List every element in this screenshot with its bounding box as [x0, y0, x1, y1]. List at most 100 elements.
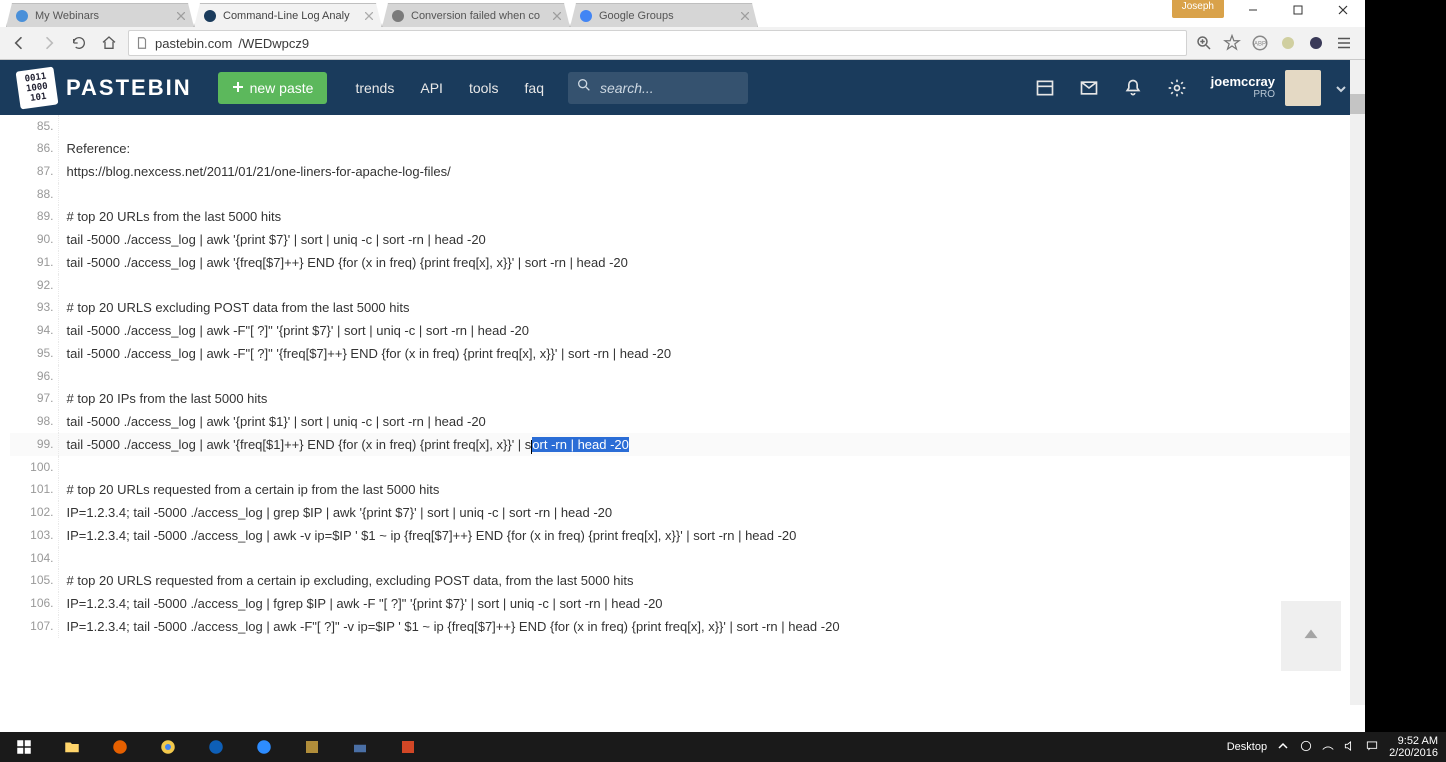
line-content[interactable]: # top 20 URLS excluding POST data from t… — [58, 296, 1355, 319]
line-content[interactable]: # top 20 URLs from the last 5000 hits — [58, 205, 1355, 228]
tray-icon-1[interactable] — [1299, 739, 1313, 756]
zoom-icon[interactable] — [1195, 34, 1213, 52]
show-hidden-tray-icon[interactable] — [1277, 740, 1289, 755]
browser-tab[interactable]: My Webinars — [6, 3, 194, 27]
taskbar-chrome[interactable] — [144, 732, 192, 762]
scroll-to-top-button[interactable] — [1281, 601, 1341, 671]
line-content[interactable]: tail -5000 ./access_log | awk '{print $1… — [58, 410, 1355, 433]
line-content[interactable]: tail -5000 ./access_log | awk '{print $7… — [58, 228, 1355, 251]
line-content[interactable]: IP=1.2.3.4; tail -5000 ./access_log | gr… — [58, 501, 1355, 524]
browser-profile-badge[interactable]: Joseph — [1172, 0, 1224, 18]
code-line: 89.# top 20 URLs from the last 5000 hits — [10, 205, 1355, 228]
line-content[interactable]: https://blog.nexcess.net/2011/01/21/one-… — [58, 160, 1355, 183]
line-content[interactable] — [58, 547, 1355, 569]
line-content[interactable]: tail -5000 ./access_log | awk -F"[ ?]" '… — [58, 319, 1355, 342]
alerts-icon[interactable] — [1123, 78, 1143, 98]
line-content[interactable] — [58, 456, 1355, 478]
line-content[interactable]: IP=1.2.3.4; tail -5000 ./access_log | aw… — [58, 615, 1355, 638]
page-scrollbar[interactable] — [1350, 60, 1365, 705]
tab-title: Command-Line Log Analy — [223, 10, 361, 22]
extension-icon-1[interactable] — [1279, 34, 1297, 52]
extension-icon-2[interactable] — [1307, 34, 1325, 52]
taskbar-teamviewer[interactable] — [192, 732, 240, 762]
nav-faq[interactable]: faq — [525, 80, 544, 96]
new-paste-button[interactable]: new paste — [218, 72, 328, 104]
taskbar-powerpoint[interactable] — [384, 732, 432, 762]
code-line: 107.IP=1.2.3.4; tail -5000 ./access_log … — [10, 615, 1355, 638]
paste-content[interactable]: 85.86.Reference:87.https://blog.nexcess.… — [0, 115, 1365, 705]
tab-close-icon[interactable] — [177, 12, 185, 20]
line-content[interactable]: tail -5000 ./access_log | awk -F"[ ?]" '… — [58, 342, 1355, 365]
line-content[interactable] — [58, 274, 1355, 296]
search-icon — [576, 77, 592, 98]
user-menu[interactable]: joemccray PRO — [1211, 70, 1347, 106]
line-content[interactable]: tail -5000 ./access_log | awk '{freq[$7]… — [58, 251, 1355, 274]
taskbar-app-1[interactable] — [288, 732, 336, 762]
start-button[interactable] — [0, 732, 48, 762]
pastebin-logo-icon[interactable]: 0011 1000 101 — [16, 66, 59, 109]
line-content[interactable]: # top 20 URLS requested from a certain i… — [58, 569, 1355, 592]
address-bar[interactable]: pastebin.com/WEDwpcz9 — [128, 30, 1187, 56]
window-titlebar: My Webinars Command-Line Log Analy Convers… — [0, 0, 1365, 27]
url-domain: pastebin.com — [155, 36, 232, 51]
line-content[interactable]: tail -5000 ./access_log | awk '{freq[$1]… — [58, 433, 1355, 456]
browser-tab[interactable]: Command-Line Log Analy — [194, 3, 382, 27]
line-number: 99. — [10, 433, 58, 456]
code-line: 85. — [10, 115, 1355, 137]
taskbar-file-explorer[interactable] — [48, 732, 96, 762]
settings-gear-icon[interactable] — [1167, 78, 1187, 98]
nav-tools[interactable]: tools — [469, 80, 499, 96]
pastebin-search[interactable] — [568, 72, 748, 104]
back-button[interactable] — [8, 32, 30, 54]
line-number: 92. — [10, 274, 58, 296]
adblock-icon[interactable]: ABP — [1251, 34, 1269, 52]
window-close-button[interactable] — [1320, 0, 1365, 20]
search-input[interactable] — [600, 80, 720, 96]
messages-icon[interactable] — [1079, 78, 1099, 98]
bookmark-star-icon[interactable] — [1223, 34, 1241, 52]
tab-close-icon[interactable] — [553, 12, 561, 20]
line-content[interactable] — [58, 183, 1355, 205]
tray-network-icon[interactable] — [1321, 739, 1335, 756]
taskbar-zoom[interactable] — [240, 732, 288, 762]
line-content[interactable]: IP=1.2.3.4; tail -5000 ./access_log | aw… — [58, 524, 1355, 547]
line-number: 90. — [10, 228, 58, 251]
taskbar-clock[interactable]: 9:52 AM 2/20/2016 — [1389, 735, 1438, 759]
nav-api[interactable]: API — [420, 80, 443, 96]
line-number: 101. — [10, 478, 58, 501]
tray-action-center-icon[interactable] — [1365, 739, 1379, 756]
scrollbar-thumb[interactable] — [1350, 94, 1365, 114]
line-number: 87. — [10, 160, 58, 183]
tab-close-icon[interactable] — [365, 12, 373, 20]
svg-text:ABP: ABP — [1254, 41, 1266, 47]
taskbar-time: 9:52 AM — [1389, 735, 1438, 747]
code-line: 88. — [10, 183, 1355, 205]
favicon — [15, 9, 29, 23]
pastebin-logo-text[interactable]: PASTEBIN — [66, 75, 192, 101]
line-number: 102. — [10, 501, 58, 524]
line-content[interactable]: # top 20 IPs from the last 5000 hits — [58, 387, 1355, 410]
line-content[interactable]: # top 20 URLs requested from a certain i… — [58, 478, 1355, 501]
taskbar-firefox[interactable] — [96, 732, 144, 762]
forward-button[interactable] — [38, 32, 60, 54]
code-line: 87.https://blog.nexcess.net/2011/01/21/o… — [10, 160, 1355, 183]
chrome-menu-icon[interactable] — [1335, 34, 1353, 52]
home-button[interactable] — [98, 32, 120, 54]
taskbar-desktop-label[interactable]: Desktop — [1227, 741, 1267, 753]
browser-tab[interactable]: Conversion failed when co — [382, 3, 570, 27]
line-content[interactable]: IP=1.2.3.4; tail -5000 ./access_log | fg… — [58, 592, 1355, 615]
browser-tab[interactable]: Google Groups — [570, 3, 758, 27]
user-avatar — [1285, 70, 1321, 106]
line-content[interactable] — [58, 365, 1355, 387]
nav-trends[interactable]: trends — [355, 80, 394, 96]
reload-button[interactable] — [68, 32, 90, 54]
window-maximize-button[interactable] — [1275, 0, 1320, 20]
taskbar-app-2[interactable] — [336, 732, 384, 762]
line-content[interactable] — [58, 115, 1355, 137]
window-minimize-button[interactable] — [1230, 0, 1275, 20]
code-line: 95.tail -5000 ./access_log | awk -F"[ ?]… — [10, 342, 1355, 365]
line-content[interactable]: Reference: — [58, 137, 1355, 160]
tab-close-icon[interactable] — [741, 12, 749, 20]
tray-volume-icon[interactable] — [1343, 739, 1357, 756]
archive-icon[interactable] — [1035, 78, 1055, 98]
